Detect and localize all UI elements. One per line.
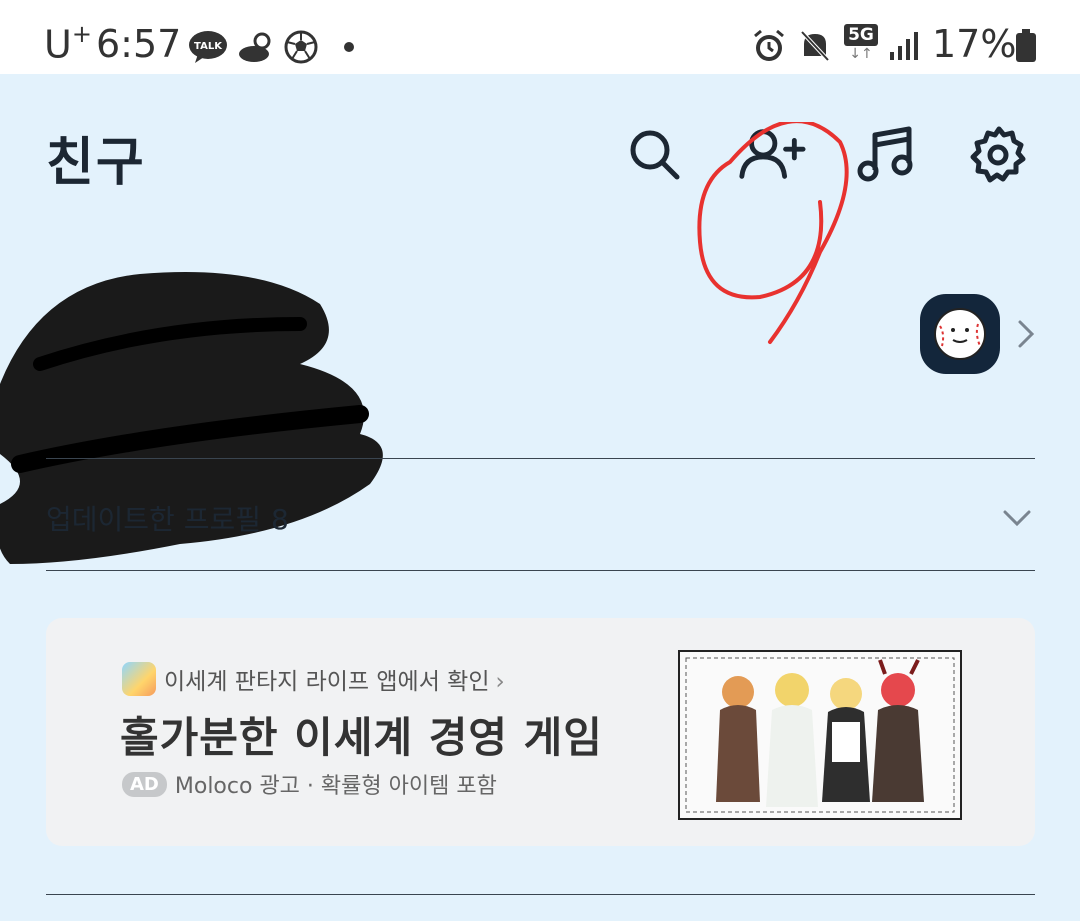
baseball-face-icon [934,308,986,360]
ad-app-link[interactable]: 이세계 판타지 라이프 앱에서 확인 › [164,662,505,696]
alarm-icon [754,29,784,61]
music-button[interactable] [850,120,920,190]
network-icon: 5G ↓↑ [844,24,878,62]
updated-profiles-row[interactable]: 업데이트한 프로필 8 [46,480,1035,560]
ad-image[interactable] [678,650,962,820]
divider [46,458,1035,459]
ad-meta: AD Moloco 광고 · 확률형 아이템 포함 [122,768,497,800]
divider [46,894,1035,895]
page-title: 친구 [46,133,146,193]
clock: 6:57 [96,22,182,66]
search-button[interactable] [620,120,690,190]
chevron-down-icon[interactable] [999,502,1035,532]
carrier-label: U+ [44,20,92,67]
app-icon [122,662,156,696]
updated-profiles-count: 8 [270,503,289,536]
red-annotation-mark [697,122,849,344]
battery-icon [1016,29,1036,62]
dot-icon [344,42,354,52]
divider [46,570,1035,571]
chevron-right-icon[interactable] [1010,314,1040,354]
updated-profiles-label: 업데이트한 프로필 [46,503,261,536]
friends-screen: 친구 업데이트한 프로필 8 이세계 판타지 라이프 앱에서 확인 › 홀가분한… [0,74,1080,921]
soccer-ball-icon [284,30,318,64]
settings-button[interactable] [964,120,1034,190]
music-icon [857,126,913,182]
kakaotalk-icon: TALK [189,31,227,63]
ad-meta-text: Moloco 광고 · 확률형 아이템 포함 [174,774,497,799]
status-bar: U+ 6:57 TALK 5G ↓↑ 17% [0,0,1080,74]
settings-icon [970,126,1026,183]
ad-headline: 홀가분한 이세계 경영 게임 [120,713,603,762]
svg-text:TALK: TALK [194,41,223,52]
weather-icon [239,32,271,62]
search-icon [630,130,680,180]
mute-icon [800,30,830,62]
battery-percent: 17% [932,22,1017,66]
ad-badge: AD [122,771,167,797]
anime-characters-image [680,652,960,818]
signal-icon [890,32,918,60]
ad-banner[interactable]: 이세계 판타지 라이프 앱에서 확인 › 홀가분한 이세계 경영 게임 AD Mo… [46,618,1035,846]
my-profile-avatar[interactable] [920,294,1000,374]
